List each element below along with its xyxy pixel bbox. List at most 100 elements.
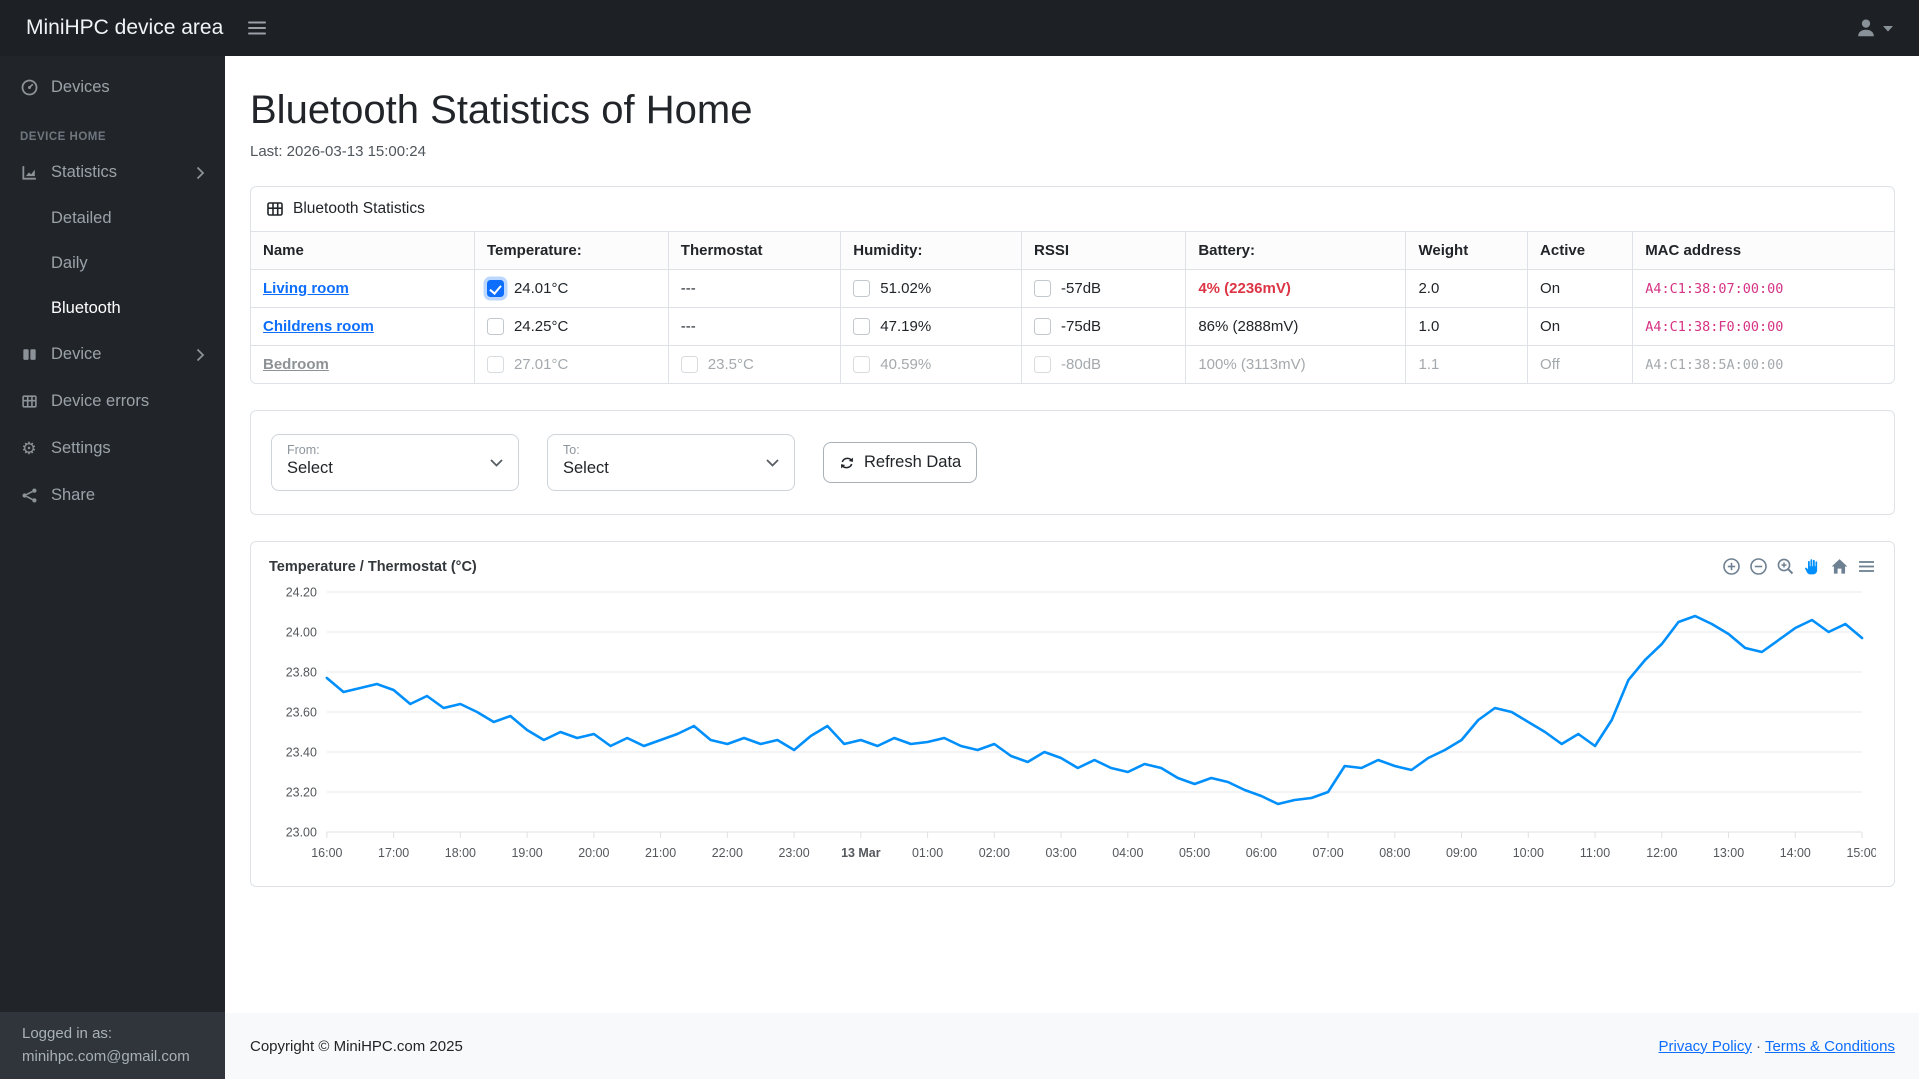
room-link[interactable]: Childrens room bbox=[263, 318, 374, 335]
temperature-value: 24.25°C bbox=[513, 318, 569, 335]
battery-value: 100% (3113mV) bbox=[1198, 356, 1306, 373]
zoom-in-icon[interactable] bbox=[1722, 557, 1741, 576]
rssi-value: -57dB bbox=[1061, 280, 1102, 297]
chart-title: Temperature / Thermostat (°C) bbox=[269, 559, 477, 575]
humidity-value: 47.19% bbox=[880, 318, 932, 335]
active-value: Off bbox=[1540, 356, 1560, 373]
temperature-value: 24.01°C bbox=[513, 280, 569, 297]
svg-text:08:00: 08:00 bbox=[1379, 846, 1410, 860]
nav-subitem-daily[interactable]: Daily bbox=[0, 241, 225, 286]
sidebar-toggle-button[interactable] bbox=[241, 14, 273, 42]
col-rssi: RSSI bbox=[1021, 232, 1187, 270]
temperature-checkbox[interactable] bbox=[486, 280, 504, 297]
brand-link[interactable]: MiniHPC device area bbox=[0, 16, 225, 40]
svg-text:13 Mar: 13 Mar bbox=[841, 846, 881, 860]
svg-text:16:00: 16:00 bbox=[311, 846, 342, 860]
svg-text:12:00: 12:00 bbox=[1646, 846, 1677, 860]
humidity-checkbox[interactable] bbox=[853, 356, 871, 373]
selection-zoom-icon[interactable] bbox=[1776, 557, 1795, 576]
bluetooth-statistics-card: Bluetooth Statistics Name Temperature: T… bbox=[250, 186, 1895, 384]
col-mac: MAC address bbox=[1632, 232, 1894, 270]
nav-item-devices[interactable]: Devices bbox=[0, 64, 225, 111]
sidebar: Devices DEVICE HOME Statistics Detailed … bbox=[0, 56, 225, 1079]
filter-card: From: Select To: Select Refresh Data bbox=[250, 410, 1895, 515]
nav-item-settings[interactable]: ⚙ Settings bbox=[0, 425, 225, 472]
table-row: Bedroom 27.01°C 23.5°C 40.59% -80dB 100%… bbox=[251, 345, 1894, 383]
table-icon bbox=[267, 202, 283, 216]
svg-text:01:00: 01:00 bbox=[912, 846, 943, 860]
sidebar-footer: Logged in as: minihpc.com@gmail.com bbox=[0, 1012, 225, 1079]
app-window: MiniHPC device area Devices DEVICE HOME bbox=[0, 0, 1919, 1079]
svg-text:23.40: 23.40 bbox=[286, 745, 317, 759]
temperature-checkbox[interactable] bbox=[486, 318, 504, 335]
temperature-checkbox[interactable] bbox=[486, 356, 504, 373]
terms-link[interactable]: Terms & Conditions bbox=[1765, 1038, 1895, 1055]
menu-icon[interactable] bbox=[1857, 557, 1876, 576]
nav-label: Statistics bbox=[51, 163, 118, 181]
nav-subitem-bluetooth[interactable]: Bluetooth bbox=[0, 286, 225, 331]
user-icon bbox=[1858, 19, 1874, 37]
chart-card: Temperature / Thermostat (°C) 24.20 24.0… bbox=[250, 541, 1895, 887]
rssi-value: -80dB bbox=[1061, 356, 1102, 373]
rssi-checkbox[interactable] bbox=[1034, 280, 1052, 297]
col-battery: Battery: bbox=[1185, 232, 1407, 270]
table-row: Living room 24.01°C --- 51.02% -57dB 4% … bbox=[251, 269, 1894, 308]
svg-text:18:00: 18:00 bbox=[445, 846, 476, 860]
pan-hand-icon[interactable] bbox=[1803, 557, 1822, 576]
battery-value: 86% (2888mV) bbox=[1198, 318, 1299, 335]
caret-down-icon bbox=[1883, 25, 1893, 31]
svg-text:23.80: 23.80 bbox=[286, 665, 317, 679]
thermostat-value: --- bbox=[680, 318, 696, 335]
chevron-right-icon bbox=[196, 348, 205, 362]
privacy-policy-link[interactable]: Privacy Policy bbox=[1659, 1038, 1752, 1055]
card-header-title: Bluetooth Statistics bbox=[293, 200, 425, 217]
nav-item-statistics[interactable]: Statistics bbox=[0, 149, 225, 196]
to-value: Select bbox=[563, 459, 609, 477]
nav-item-device-errors[interactable]: Device errors bbox=[0, 378, 225, 425]
card-header: Bluetooth Statistics bbox=[251, 187, 1894, 232]
hamburger-icon bbox=[248, 21, 266, 35]
logged-in-email: minihpc.com@gmail.com bbox=[22, 1047, 190, 1065]
zoom-out-icon[interactable] bbox=[1749, 557, 1768, 576]
nav-item-device[interactable]: Device bbox=[0, 331, 225, 378]
logged-in-label: Logged in as: bbox=[22, 1025, 113, 1042]
temperature-line-chart[interactable]: 24.20 24.00 23.80 23.60 23.40 23.20 23.00 16:00… bbox=[269, 578, 1876, 878]
humidity-checkbox[interactable] bbox=[853, 318, 871, 335]
table-row: Childrens room 24.25°C --- 47.19% -75dB … bbox=[251, 307, 1894, 346]
svg-text:04:00: 04:00 bbox=[1112, 846, 1143, 860]
table-header-row: Name Temperature: Thermostat Humidity: R… bbox=[251, 232, 1894, 270]
user-menu[interactable] bbox=[1855, 17, 1919, 39]
col-thermostat: Thermostat bbox=[667, 232, 842, 270]
thermostat-checkbox[interactable] bbox=[680, 356, 698, 373]
rssi-checkbox[interactable] bbox=[1034, 318, 1052, 335]
svg-text:24.00: 24.00 bbox=[286, 625, 317, 639]
weight-value: 1.0 bbox=[1418, 318, 1440, 335]
svg-text:24.20: 24.20 bbox=[286, 585, 317, 599]
nav-label: Device errors bbox=[51, 392, 150, 410]
from-select[interactable]: From: Select bbox=[271, 434, 519, 491]
room-link[interactable]: Bedroom bbox=[263, 356, 329, 373]
col-weight: Weight bbox=[1405, 232, 1529, 270]
humidity-value: 51.02% bbox=[880, 280, 932, 297]
topbar: MiniHPC device area bbox=[0, 0, 1919, 56]
link-separator: · bbox=[1756, 1037, 1762, 1055]
svg-text:09:00: 09:00 bbox=[1446, 846, 1477, 860]
svg-text:13:00: 13:00 bbox=[1713, 846, 1744, 860]
copyright-text: Copyright © MiniHPC.com 2025 bbox=[250, 1037, 463, 1055]
nav-label: Device bbox=[51, 345, 102, 363]
to-select[interactable]: To: Select bbox=[547, 434, 795, 491]
home-reset-icon[interactable] bbox=[1830, 557, 1849, 576]
refresh-data-button[interactable]: Refresh Data bbox=[823, 442, 978, 483]
rssi-checkbox[interactable] bbox=[1034, 356, 1052, 373]
nav-subitem-detailed[interactable]: Detailed bbox=[0, 196, 225, 241]
svg-text:23.00: 23.00 bbox=[286, 825, 317, 839]
mac-address: A4:C1:38:F0:00:00 bbox=[1645, 319, 1784, 335]
weight-value: 1.1 bbox=[1418, 356, 1440, 373]
bluetooth-statistics-table: Name Temperature: Thermostat Humidity: R… bbox=[251, 232, 1894, 383]
room-link[interactable]: Living room bbox=[263, 280, 349, 297]
humidity-checkbox[interactable] bbox=[853, 280, 871, 297]
svg-text:23:00: 23:00 bbox=[779, 846, 810, 860]
col-active: Active bbox=[1527, 232, 1634, 270]
thermostat-value: --- bbox=[680, 280, 696, 297]
nav-item-share[interactable]: Share bbox=[0, 472, 225, 519]
